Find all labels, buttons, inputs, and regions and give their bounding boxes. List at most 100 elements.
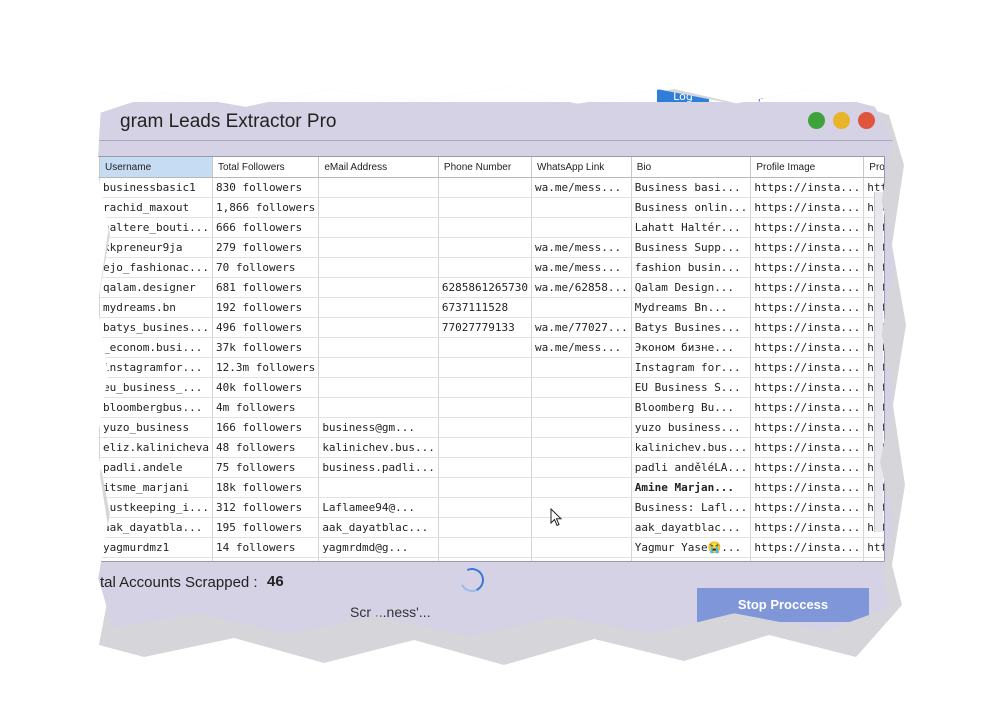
cell-total-followers[interactable]: 666 followers [212,217,320,238]
cell-phone-number[interactable] [438,457,533,478]
cell-bio[interactable]: EU Business S... [631,377,752,398]
cell-email-address[interactable]: kalinichev.bus... [318,437,439,458]
row-header[interactable] [96,437,100,458]
cell-username[interactable]: justkeeping_i... [99,497,213,518]
cell-bio[interactable]: Эконом бизне... [631,337,752,358]
cell-bio[interactable]: kalinichev.bus... [631,437,752,458]
row-header[interactable] [96,457,100,478]
cell-username[interactable]: yagmurdmz1 [99,537,213,558]
cell-profile-image[interactable]: https://insta... [750,277,865,298]
table-row[interactable]: kkpreneur9ja 279 followers wa.me/mess... Bu… [96,237,884,258]
cell-bio[interactable]: Business onlin... [631,197,752,218]
cell-total-followers[interactable]: 4m followers [212,397,320,418]
cell-profile-image[interactable]: https://insta... [750,397,865,418]
cell-bio[interactable]: 𝚙𝚊𝚍𝚕𝚒 𝚊𝚗𝚍ě𝚕éLA... [631,457,752,478]
table-row[interactable]: itsme_marjani 18k followers Amine Marjan..… [96,477,884,498]
cell-email-address[interactable] [318,397,439,418]
cell-whatsapp-link[interactable] [531,437,632,458]
cell-phone-number[interactable] [438,237,533,258]
row-header[interactable] [96,417,100,438]
cell-whatsapp-link[interactable] [531,417,632,438]
cell-bio[interactable]: aak_dayatblac... [631,517,752,538]
table-row[interactable]: justkeeping_i... 312 followers Laflamee94@… [96,497,884,518]
cell-whatsapp-link[interactable] [531,477,632,498]
table-row[interactable]: yuzo_business 166 followers business@gm...… [96,417,884,438]
cell-total-followers[interactable]: 195 followers [212,517,320,538]
column-header-whatsapp-link[interactable]: WhatsApp Link [531,157,632,178]
cell-bio[interactable]: Mydreams Bn... [631,297,752,318]
row-header[interactable] [96,557,100,561]
cell-phone-number[interactable] [438,517,533,538]
cell-phone-number[interactable] [438,497,533,518]
cell-bio[interactable]: Lahatt Haltér... [631,217,752,238]
cell-total-followers[interactable]: 14 followers [212,537,320,558]
signup-link[interactable]: Sign Up [722,88,765,102]
cell-username[interactable]: businessbasic1 [99,177,213,198]
cell-whatsapp-link[interactable] [531,357,632,378]
table-row[interactable]: batys_busines... 496 followers 77027779133… [96,317,884,338]
cell-email-address[interactable] [318,477,439,498]
leads-table-container[interactable]: Username Total Followers eMail Address P… [96,156,885,562]
cell-whatsapp-link[interactable] [531,297,632,318]
table-row[interactable]: eu_business_... 40k followers EU Business … [96,377,884,398]
cell-username[interactable]: _econom.busi... [99,337,213,358]
cell-profile-image[interactable]: https://insta... [750,217,865,238]
cell-email-address[interactable] [318,357,439,378]
cell-total-followers[interactable]: 18k followers [212,477,320,498]
cell-whatsapp-link[interactable]: wa.me/62858... [531,277,632,298]
cell-profile-image[interactable]: https://insta... [750,337,865,358]
cell-profile-image[interactable]: https://insta... [750,297,865,318]
cell-total-followers[interactable]: 75 followers [212,457,320,478]
cell-profile-image[interactable]: https://insta... [750,357,865,378]
cell-phone-number[interactable] [438,357,533,378]
row-header[interactable] [96,257,100,278]
row-header[interactable] [96,497,100,518]
cell-username[interactable]: itsme_marjani [99,477,213,498]
table-row[interactable]: yagmurdmz1 14 followers yagmrdmd@g... Yagmu… [96,537,884,558]
cell-profile-image[interactable]: https://insta... [750,377,865,398]
column-header-phone-number[interactable]: Phone Number [438,157,533,178]
cell-phone-number[interactable] [438,337,533,358]
cell-email-address[interactable]: Laflamee94@... [318,497,439,518]
row-header[interactable] [96,477,100,498]
minimize-button[interactable] [833,112,850,129]
table-row[interactable]: businessbasic1 830 followers wa.me/mess...… [96,177,884,198]
cell-email-address[interactable]: aak_dayatblac... [318,517,439,538]
cell-whatsapp-link[interactable] [531,517,632,538]
row-header[interactable] [96,537,100,558]
cell-email-address[interactable] [318,177,439,198]
table-row[interactable]: padli.andele 75 followers business.padli..… [96,457,884,478]
table-row[interactable]: mydreams.bn 192 followers 6737111528 Mydrea… [96,297,884,318]
cell-phone-number[interactable]: 6285861265730 [438,277,533,298]
cell-phone-number[interactable] [438,477,533,498]
table-row[interactable]: instagramfor... 12.3m followers Instagram … [96,357,884,378]
cell-whatsapp-link[interactable]: wa.me/mess... [531,237,632,258]
cell-phone-number[interactable] [438,417,533,438]
cell-phone-number[interactable] [438,217,533,238]
cell-profile-image[interactable]: https://insta... [750,517,865,538]
cell-email-address[interactable]: business.padli... [318,457,439,478]
cell-bio[interactable]: Amine Marjan... [631,477,752,498]
cell-total-followers[interactable]: 312 followers [212,497,320,518]
row-header[interactable] [96,337,100,358]
cell-email-address[interactable]: yagmrdmd@g... [318,537,439,558]
close-button[interactable] [858,112,875,129]
cell-phone-number[interactable]: 77027779133 [438,317,533,338]
cell-profile-link[interactable]: https://www.... [863,537,884,558]
table-row[interactable]: eliz.kalinicheva 48 followers kalinichev.b… [96,437,884,458]
cell-email-address[interactable]: business@gm... [318,417,439,438]
cell-phone-number[interactable] [438,437,533,458]
column-header-profile-image[interactable]: Profile Image [750,157,865,178]
cell-whatsapp-link[interactable]: wa.me/mess... [531,337,632,358]
cell-whatsapp-link[interactable]: wa.me/mess... [531,177,632,198]
cell-username[interactable]: eu_business_... [99,377,213,398]
cell-username[interactable]: kkpreneur9ja [99,237,213,258]
cell-profile-image[interactable]: https://insta... [750,537,865,558]
cell-email-address[interactable] [318,197,439,218]
row-header[interactable] [96,217,100,238]
cell-bio[interactable]: Instagram for... [631,357,752,378]
cell-total-followers[interactable]: 40k followers [212,377,320,398]
vertical-scrollbar[interactable] [874,192,883,532]
cell-email-address[interactable] [318,217,439,238]
cell-profile-image[interactable]: https://insta... [750,477,865,498]
